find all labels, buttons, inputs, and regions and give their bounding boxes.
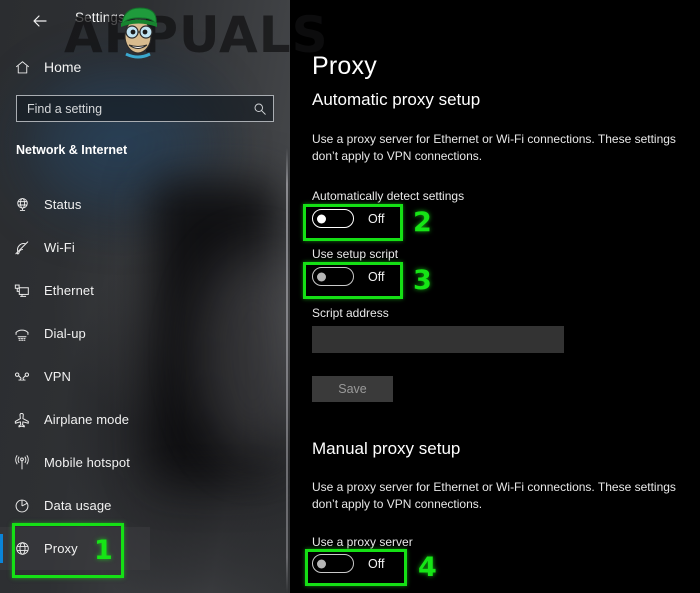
globe-proxy-icon <box>0 540 44 557</box>
automatic-proxy-setup-description: Use a proxy server for Ethernet or Wi-Fi… <box>312 132 676 163</box>
annotation-step-number: 1 <box>94 535 113 566</box>
page-title: Proxy <box>312 52 377 80</box>
sidebar-item-label: Dial-up <box>44 326 86 341</box>
airplane-icon <box>0 411 44 429</box>
dialup-phone-icon <box>0 325 44 343</box>
sidebar-item-label: Proxy <box>44 541 78 556</box>
toggle-state-label: Off <box>368 269 385 284</box>
settings-window: Settings Home Find a setting Network & I… <box>0 0 700 593</box>
sidebar-item-label: Status <box>44 197 82 212</box>
toggle-use-a-proxy-server[interactable]: Off <box>312 554 384 573</box>
sidebar-item-label: Home <box>44 59 82 75</box>
toggle-state-label: Off <box>368 211 385 226</box>
use-a-proxy-server-label: Use a proxy server <box>312 535 413 549</box>
sidebar-item-ethernet[interactable]: Ethernet <box>0 269 150 312</box>
sidebar-item-wifi[interactable]: Wi-Fi <box>0 226 150 269</box>
toggle-use-setup-script[interactable]: Off <box>312 267 384 286</box>
pie-chart-icon <box>0 497 44 515</box>
annotation-step-number: 4 <box>418 552 437 583</box>
search-input-text: Find a setting <box>27 101 103 116</box>
sidebar-item-dialup[interactable]: Dial-up <box>0 312 150 355</box>
toggle-knob <box>317 559 326 568</box>
main-panel: Proxy Automatic proxy setup Use a proxy … <box>290 0 700 593</box>
sidebar-item-label: Mobile hotspot <box>44 455 130 470</box>
script-address-label: Script address <box>312 306 389 320</box>
use-setup-script-label: Use setup script <box>312 247 399 261</box>
sidebar-item-mobile-hotspot[interactable]: Mobile hotspot <box>0 441 150 484</box>
sidebar-nav-list: Status Wi-Fi Ethernet Dial-up VPN Airpla… <box>0 183 290 570</box>
sidebar-item-airplane-mode[interactable]: Airplane mode <box>0 398 150 441</box>
search-icon[interactable] <box>247 102 273 116</box>
wifi-icon <box>0 239 44 257</box>
annotation-step-number: 3 <box>413 265 432 296</box>
automatically-detect-settings-label: Automatically detect settings <box>312 189 465 203</box>
globe-status-icon <box>0 196 44 213</box>
toggle-knob <box>317 214 326 223</box>
sidebar-item-label: Data usage <box>44 498 112 513</box>
toggle-state-label: Off <box>368 556 385 571</box>
hotspot-icon <box>0 454 44 472</box>
script-address-input[interactable] <box>312 326 564 353</box>
sidebar-item-label: Wi-Fi <box>44 240 75 255</box>
toggle-switch[interactable] <box>312 209 354 228</box>
automatic-proxy-setup-heading: Automatic proxy setup <box>312 90 481 109</box>
sidebar-group-heading: Network & Internet <box>16 143 128 157</box>
sidebar-divider <box>286 148 288 593</box>
sidebar-item-proxy[interactable]: Proxy <box>0 527 150 570</box>
sidebar: Settings Home Find a setting Network & I… <box>0 0 290 593</box>
toggle-knob <box>317 272 326 281</box>
manual-proxy-setup-heading: Manual proxy setup <box>312 439 461 458</box>
search-input[interactable]: Find a setting <box>16 95 274 122</box>
back-arrow-icon[interactable] <box>26 7 54 35</box>
vpn-icon <box>0 368 44 386</box>
sidebar-item-data-usage[interactable]: Data usage <box>0 484 150 527</box>
sidebar-item-status[interactable]: Status <box>0 183 150 226</box>
sidebar-item-vpn[interactable]: VPN <box>0 355 150 398</box>
sidebar-item-label: Airplane mode <box>44 412 130 427</box>
manual-proxy-setup-description: Use a proxy server for Ethernet or Wi-Fi… <box>312 480 676 511</box>
sidebar-item-label: Ethernet <box>44 283 94 298</box>
title-bar: Settings <box>0 0 290 42</box>
annotation-step-number: 2 <box>413 207 432 238</box>
sidebar-item-home[interactable]: Home <box>0 53 290 81</box>
toggle-automatically-detect-settings[interactable]: Off <box>312 209 384 228</box>
toggle-switch[interactable] <box>312 267 354 286</box>
sidebar-item-label: VPN <box>44 369 72 384</box>
save-button[interactable]: Save <box>312 376 393 402</box>
home-icon <box>0 59 44 76</box>
ethernet-icon <box>0 282 44 300</box>
window-title: Settings <box>75 10 125 25</box>
toggle-switch[interactable] <box>312 554 354 573</box>
